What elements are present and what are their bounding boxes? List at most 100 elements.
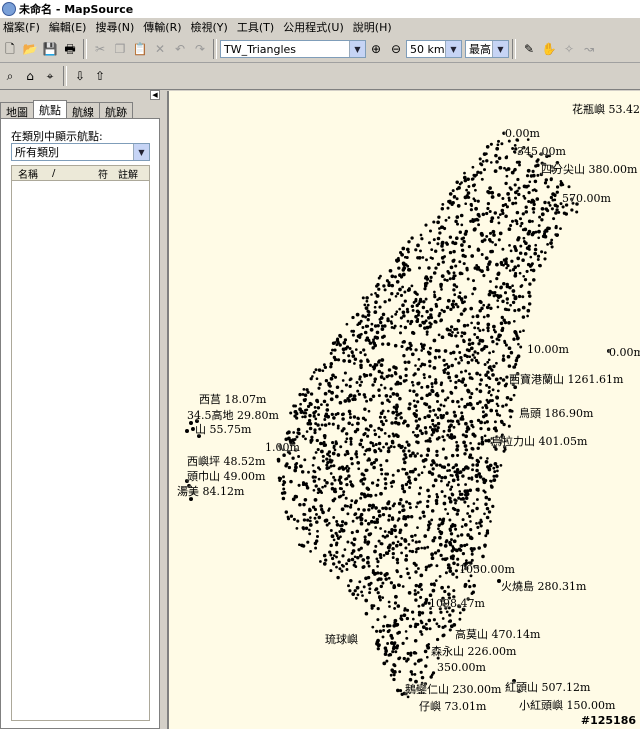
column-sort-indicator[interactable]: / — [46, 168, 92, 179]
elevation-point — [339, 494, 343, 498]
map-label[interactable]: 山 55.75m — [195, 421, 251, 437]
elevation-point — [419, 630, 423, 634]
elevation-point — [466, 504, 470, 508]
map-label[interactable]: 森永山 226.00m — [431, 643, 516, 659]
send-to-device-icon[interactable]: ⇧ — [91, 67, 109, 85]
menu-transfer[interactable]: 傳輸(R) — [140, 19, 187, 35]
menu-edit[interactable]: 編輯(E) — [46, 19, 93, 35]
elevation-point — [366, 313, 371, 317]
tab-tracks[interactable]: 航跡 — [99, 102, 133, 119]
column-name[interactable]: 名稱 — [12, 166, 46, 181]
category-select[interactable]: 所有類別 ▼ — [11, 143, 150, 161]
map-label[interactable]: 琉球嶼 — [325, 631, 358, 647]
collapse-sidebar-icon[interactable]: ◀ — [150, 90, 160, 100]
copy-icon[interactable]: ❐ — [111, 40, 129, 58]
tab-waypoints[interactable]: 航點 — [33, 100, 67, 119]
elevation-point — [477, 342, 481, 346]
chevron-down-icon[interactable]: ▼ — [349, 41, 365, 57]
elevation-point — [456, 331, 460, 335]
elevation-point — [376, 578, 380, 582]
map-label[interactable]: 570.00m — [562, 192, 611, 205]
menu-view[interactable]: 檢視(Y) — [188, 19, 234, 35]
map-label[interactable]: 鵝鑾仁山 230.00m — [405, 681, 501, 697]
menu-help[interactable]: 說明(H) — [350, 19, 398, 35]
chevron-down-icon[interactable]: ▼ — [445, 41, 461, 57]
map-view[interactable]: 花瓶嶼 53.42m 0.00m 345.00m 四分尖山 380.00m 570.00… — [167, 91, 640, 729]
receive-from-device-icon[interactable]: ⇩ — [71, 67, 89, 85]
map-label[interactable]: 0.00m — [609, 346, 640, 359]
map-label[interactable]: 西莒 18.07m — [199, 391, 266, 407]
map-label[interactable]: 0.00m — [505, 127, 540, 140]
map-label[interactable]: 350.00m — [437, 661, 486, 674]
menu-find[interactable]: 搜尋(N) — [92, 19, 140, 35]
zoom-out-icon[interactable]: ⊖ — [387, 40, 405, 58]
map-label[interactable]: 四分尖山 380.00m — [541, 161, 637, 177]
paste-icon[interactable]: 📋 — [131, 40, 149, 58]
chevron-down-icon[interactable]: ▼ — [492, 41, 508, 57]
menu-file[interactable]: 檔案(F) — [0, 19, 46, 35]
zoom-in-icon[interactable]: ⊕ — [367, 40, 385, 58]
hand-tool-icon[interactable]: ✋ — [540, 40, 558, 58]
print-icon[interactable]: 🖶 — [61, 40, 79, 58]
elevation-point — [519, 345, 523, 349]
map-label[interactable]: 1050.00m — [459, 563, 515, 576]
elevation-point — [546, 185, 550, 189]
elevation-point — [515, 219, 519, 223]
detail-level-select[interactable]: 最高 ▼ — [465, 40, 509, 58]
delete-icon[interactable]: ✕ — [151, 40, 169, 58]
elevation-point — [399, 293, 404, 297]
elevation-point — [414, 413, 418, 417]
tab-maps[interactable]: 地圖 — [0, 102, 34, 119]
map-label[interactable]: 湯美 84.12m — [177, 483, 244, 499]
find-nearest-icon[interactable]: ⌖ — [41, 67, 59, 85]
zoom-scale-select[interactable]: 50 km ▼ — [406, 40, 462, 58]
map-label[interactable]: 火燒島 280.31m — [501, 578, 586, 594]
map-label[interactable]: 高莫山 470.14m — [455, 626, 540, 642]
map-label[interactable]: 小紅頭嶼 150.00m — [519, 697, 615, 713]
map-product-select[interactable]: TW_Triangles ▼ — [220, 40, 366, 58]
new-file-icon[interactable]: 🗋 — [1, 40, 19, 58]
elevation-point — [491, 340, 495, 344]
find-icon[interactable]: ⌕ — [1, 67, 19, 85]
map-label[interactable]: 頭巾山 49.00m — [187, 468, 265, 484]
save-icon[interactable]: 💾 — [41, 40, 59, 58]
chevron-down-icon[interactable]: ▼ — [133, 144, 149, 160]
elevation-point — [346, 396, 350, 401]
map-label[interactable]: 仔嶼 73.01m — [419, 698, 486, 714]
map-label[interactable]: 鳥頭 186.90m — [519, 405, 593, 421]
undo-icon[interactable]: ↶ — [171, 40, 189, 58]
elevation-point — [309, 392, 314, 396]
column-comment[interactable]: 註解 — [112, 166, 138, 181]
redo-icon[interactable]: ↷ — [191, 40, 209, 58]
mapsource-app-icon — [2, 2, 16, 16]
elevation-point — [441, 389, 445, 393]
open-folder-icon[interactable]: 📂 — [21, 40, 39, 58]
map-label[interactable]: 10.00m — [527, 343, 569, 356]
find-places-icon[interactable]: ⌂ — [21, 67, 39, 85]
waypoint-list[interactable] — [11, 181, 150, 721]
cut-icon[interactable]: ✂ — [91, 40, 109, 58]
elevation-point — [391, 551, 395, 556]
elevation-point — [403, 290, 407, 294]
waypoint-tool-icon[interactable]: ✧ — [560, 40, 578, 58]
map-label[interactable]: 1.00m — [265, 441, 300, 454]
select-tool-icon[interactable]: ✎ — [520, 40, 538, 58]
map-label[interactable]: 烏拉力山 401.05m — [491, 433, 587, 449]
elevation-point — [405, 636, 409, 640]
elevation-point — [489, 479, 493, 483]
tab-routes[interactable]: 航線 — [66, 102, 100, 119]
column-symbol[interactable]: 符 — [92, 166, 112, 181]
map-label[interactable]: 西嶼坪 48.52m — [187, 453, 265, 469]
menu-utilities[interactable]: 公用程式(U) — [280, 19, 350, 35]
elevation-point — [479, 518, 483, 522]
elevation-point — [293, 468, 298, 473]
route-tool-icon[interactable]: ↝ — [580, 40, 598, 58]
map-label[interactable]: 1098.47m — [429, 597, 485, 610]
map-label[interactable]: 紅頭山 507.12m — [505, 679, 590, 695]
menu-tools[interactable]: 工具(T) — [234, 19, 280, 35]
elevation-point — [395, 543, 399, 548]
elevation-point — [374, 458, 379, 462]
map-label[interactable]: 花瓶嶼 53.42m — [572, 101, 640, 117]
map-label[interactable]: 345.00m — [517, 145, 566, 158]
map-label[interactable]: 西寶港蘭山 1261.61m — [509, 371, 623, 387]
